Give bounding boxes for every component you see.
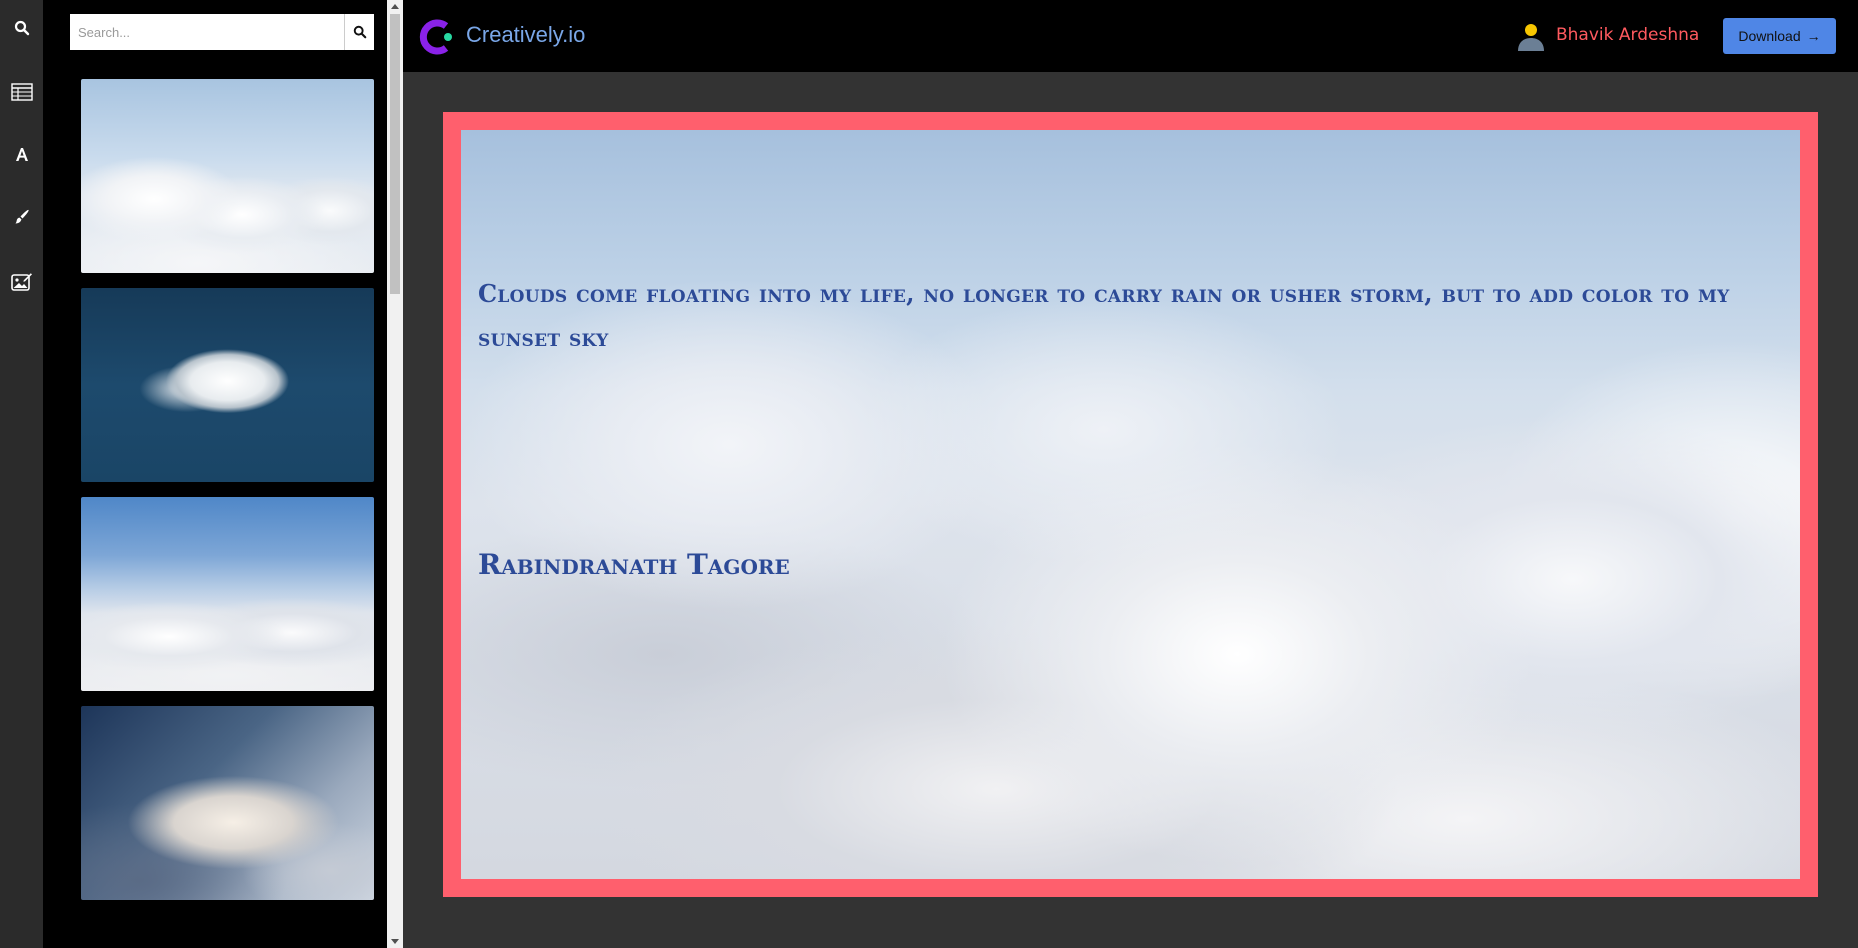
- image-edit-icon: [10, 273, 32, 291]
- scroll-up-arrow[interactable]: [391, 4, 399, 9]
- image-panel: [43, 0, 387, 948]
- search-bar: [70, 14, 374, 50]
- text-icon: [15, 148, 28, 161]
- design-workspace: Clouds come floating into my life, no lo…: [403, 72, 1858, 948]
- design-canvas[interactable]: Clouds come floating into my life, no lo…: [461, 130, 1800, 879]
- panel-scrollbar[interactable]: [387, 0, 403, 948]
- brush-icon: [15, 209, 29, 224]
- table-icon: [10, 83, 33, 101]
- search-icon: [353, 25, 366, 39]
- scroll-thumb[interactable]: [390, 14, 400, 294]
- rail-image-edit-button[interactable]: [0, 262, 43, 302]
- search-button[interactable]: [344, 14, 374, 50]
- thumbnail-list: [81, 79, 374, 915]
- author-text[interactable]: Rabindranath Tagore: [478, 548, 790, 581]
- canvas-frame: Clouds come floating into my life, no lo…: [443, 112, 1818, 897]
- tool-rail: [0, 0, 43, 948]
- rail-text-button[interactable]: [0, 134, 43, 174]
- arrow-right-icon: →: [1806, 28, 1821, 44]
- download-label: Download: [1738, 28, 1801, 44]
- rail-brush-button[interactable]: [0, 197, 43, 237]
- thumbnail-single-cloud[interactable]: [81, 288, 374, 482]
- search-icon: [14, 20, 29, 36]
- download-button[interactable]: Download →: [1723, 18, 1836, 54]
- rail-layout-button[interactable]: [0, 72, 43, 112]
- thumbnail-cloud-layer[interactable]: [81, 497, 374, 691]
- scroll-down-arrow[interactable]: [391, 939, 399, 944]
- top-header: Creatively.io Bhavik Ardeshna Download →: [403, 0, 1858, 72]
- rail-search-button[interactable]: [0, 8, 43, 48]
- thumbnail-clouds-horizon[interactable]: [81, 79, 374, 273]
- thumbnail-storm-cloud[interactable]: [81, 706, 374, 900]
- user-name[interactable]: Bhavik Ardeshna: [1556, 25, 1699, 45]
- brand-name[interactable]: Creatively.io: [466, 22, 585, 48]
- search-input[interactable]: [70, 14, 344, 50]
- user-avatar-icon[interactable]: [1515, 20, 1547, 52]
- quote-text[interactable]: Clouds come floating into my life, no lo…: [478, 272, 1778, 360]
- logo-icon: [419, 19, 452, 55]
